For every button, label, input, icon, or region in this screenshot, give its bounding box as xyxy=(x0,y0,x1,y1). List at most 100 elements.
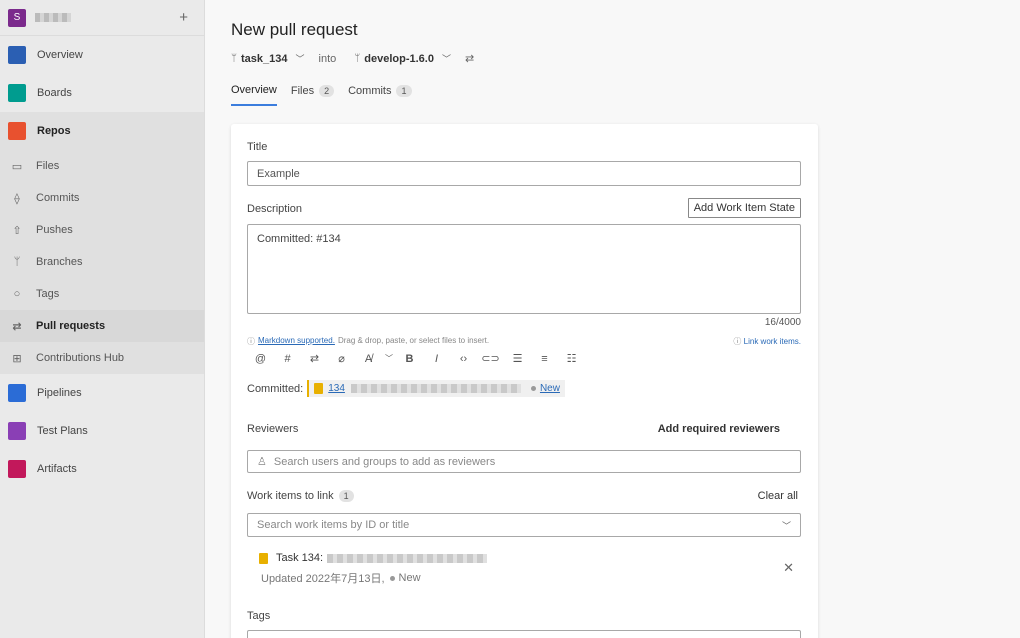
work-items-search-input[interactable]: Search work items by ID or title ﹀ xyxy=(247,513,801,537)
state-dot-icon xyxy=(530,386,536,391)
title-input[interactable]: Example xyxy=(247,161,801,186)
header-format-icon[interactable]: A̸ xyxy=(355,353,382,365)
test-plans-icon xyxy=(8,422,26,440)
markdown-link[interactable]: Markdown supported. xyxy=(258,336,335,347)
branch-icon: ᛘ xyxy=(231,53,237,64)
tags-label: Tags xyxy=(247,610,271,622)
bold-icon[interactable]: B xyxy=(396,353,423,365)
org-name-redacted[interactable] xyxy=(35,13,71,22)
tab-overview[interactable]: Overview xyxy=(231,84,277,106)
mention-icon[interactable]: @ xyxy=(247,353,274,365)
title-value: Example xyxy=(257,167,300,180)
redacted-title xyxy=(350,384,521,393)
sidebar-item-pushes[interactable]: ⇧ Pushes xyxy=(0,214,204,246)
sidebar: S + Overview Boards Repos ▭ Files ⟠ Comm… xyxy=(0,0,205,638)
sidebar-item-label: Pipelines xyxy=(37,387,82,399)
file-icon: ▭ xyxy=(11,160,23,173)
sidebar-item-label: Tags xyxy=(36,288,60,300)
markdown-hint: Drag & drop, paste, or select files to i… xyxy=(337,336,490,345)
hub-icon: ⊞ xyxy=(12,352,22,365)
tab-commits[interactable]: Commits 1 xyxy=(348,84,412,106)
linked-item-title[interactable]: Task 134: xyxy=(276,552,323,564)
tags-input[interactable] xyxy=(247,630,801,638)
swap-branches-icon[interactable]: ⇄ xyxy=(465,52,474,65)
count-badge: 2 xyxy=(319,85,335,97)
clear-all-button[interactable]: Clear all xyxy=(758,490,798,502)
main-content: New pull request ᛘ task_134 ﹀ into ᛘ dev… xyxy=(206,0,1020,638)
count-badge: 1 xyxy=(338,490,354,502)
add-required-reviewers-button[interactable]: Add required reviewers xyxy=(658,423,780,435)
tab-label: Files xyxy=(290,85,315,97)
sidebar-item-tags[interactable]: ○ Tags xyxy=(0,278,204,310)
link-icon[interactable]: ⊂⊃ xyxy=(477,352,504,365)
work-item-id-link[interactable]: 134 xyxy=(328,383,345,394)
linked-work-item: Task 134: Updated 2022年7月13日, New ✕ xyxy=(259,552,804,586)
sidebar-item-label: Repos xyxy=(37,125,71,137)
code-icon[interactable]: ‹› xyxy=(450,353,477,365)
chevron-down-icon[interactable]: ﹀ xyxy=(782,519,791,532)
link-work-items-link[interactable]: ⓘ Link work items. xyxy=(733,336,801,347)
sidebar-item-label: Branches xyxy=(36,256,83,268)
work-items-placeholder: Search work items by ID or title xyxy=(257,519,410,531)
hash-icon[interactable]: # xyxy=(274,353,301,365)
chevron-down-icon[interactable]: ﹀ xyxy=(296,52,305,65)
sidebar-item-commits[interactable]: ⟠ Commits xyxy=(0,182,204,214)
char-counter: 16/4000 xyxy=(764,317,801,328)
italic-icon[interactable]: I xyxy=(423,353,450,365)
sidebar-item-repos[interactable]: Repos xyxy=(0,112,204,150)
sidebar-item-files[interactable]: ▭ Files xyxy=(0,150,204,182)
work-item-chip[interactable]: 134 New xyxy=(307,380,565,397)
boards-icon xyxy=(8,84,26,102)
sidebar-item-pipelines[interactable]: Pipelines xyxy=(0,374,204,412)
attach-icon[interactable]: ⌀ xyxy=(328,352,355,365)
tab-files[interactable]: Files 2 xyxy=(290,84,335,106)
link-work-items-text: Link work items. xyxy=(743,337,801,346)
branch-icon: ᛘ xyxy=(13,256,21,268)
committed-preview: Committed: 134 New xyxy=(247,380,565,397)
work-items-header: Work items to link 1 xyxy=(247,490,354,502)
linked-item-state: New xyxy=(398,572,421,584)
sidebar-item-label: Overview xyxy=(37,49,83,61)
work-items-label: Work items to link xyxy=(247,490,334,502)
sidebar-item-artifacts[interactable]: Artifacts xyxy=(0,450,204,488)
sidebar-item-pull-requests[interactable]: ⇄ Pull requests xyxy=(0,310,204,342)
sidebar-item-overview[interactable]: Overview xyxy=(0,36,204,74)
count-badge: 1 xyxy=(396,85,412,97)
chevron-down-icon[interactable]: ﹀ xyxy=(382,353,396,364)
reviewers-search-input[interactable]: ♙ Search users and groups to add as revi… xyxy=(247,450,801,473)
sidebar-item-boards[interactable]: Boards xyxy=(0,74,204,112)
pull-request-mention-icon[interactable]: ⇄ xyxy=(301,352,328,365)
page-title: New pull request xyxy=(231,20,358,39)
formatting-toolbar: @ # ⇄ ⌀ A̸ ﹀ B I ‹› ⊂⊃ ☰ ≡ ☷ xyxy=(247,352,585,366)
linked-work-item-meta: Updated 2022年7月13日, New xyxy=(259,570,804,586)
org-header: S + xyxy=(0,0,204,36)
add-icon[interactable]: + xyxy=(179,9,196,26)
sidebar-item-contributions-hub[interactable]: ⊞ Contributions Hub xyxy=(0,342,204,374)
artifacts-icon xyxy=(8,460,26,478)
source-branch[interactable]: task_134 xyxy=(241,53,288,65)
reviewers-label: Reviewers xyxy=(247,423,299,435)
push-icon: ⇧ xyxy=(12,224,22,237)
close-icon[interactable]: ✕ xyxy=(783,560,794,576)
tab-bar: Overview Files 2 Commits 1 xyxy=(231,84,426,106)
bulleted-list-icon[interactable]: ☰ xyxy=(504,352,531,365)
repos-icon xyxy=(8,122,26,140)
linked-work-item-title-row: Task 134: xyxy=(259,552,804,564)
add-work-item-state-button[interactable]: Add Work Item State xyxy=(687,198,801,218)
person-icon: ♙ xyxy=(257,456,267,468)
state-dot-icon xyxy=(389,575,395,581)
description-textarea[interactable]: Committed: #134 xyxy=(247,224,801,314)
numbered-list-icon[interactable]: ≡ xyxy=(531,353,558,365)
sidebar-item-test-plans[interactable]: Test Plans xyxy=(0,412,204,450)
org-avatar[interactable]: S xyxy=(8,8,26,27)
tag-icon: ○ xyxy=(13,288,21,300)
repos-section: Repos ▭ Files ⟠ Commits ⇧ Pushes ᛘ Branc… xyxy=(0,112,204,374)
commit-icon: ⟠ xyxy=(14,192,20,205)
chevron-down-icon[interactable]: ﹀ xyxy=(442,52,451,65)
sidebar-item-label: Boards xyxy=(37,87,72,99)
checklist-icon[interactable]: ☷ xyxy=(558,352,585,365)
markdown-hint-row: ⓘ Markdown supported. Drag & drop, paste… xyxy=(247,336,801,347)
target-branch[interactable]: develop-1.6.0 xyxy=(364,53,434,65)
branch-selector-row: ᛘ task_134 ﹀ into ᛘ develop-1.6.0 ﹀ ⇄ xyxy=(231,52,474,66)
sidebar-item-branches[interactable]: ᛘ Branches xyxy=(0,246,204,278)
